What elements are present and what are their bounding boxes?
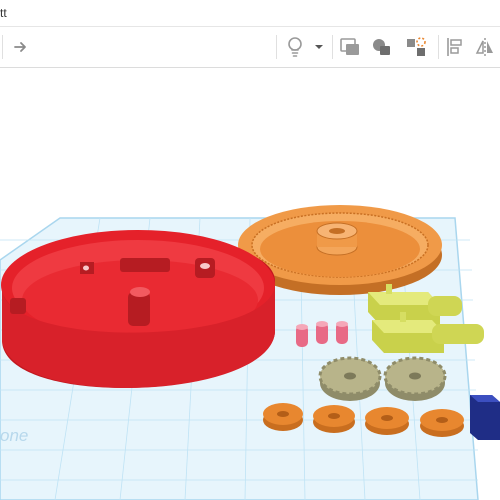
toolbar-separator [276, 35, 277, 59]
shape-icon [373, 39, 390, 55]
lightbulb-icon [288, 37, 302, 57]
view-group-button[interactable] [336, 33, 364, 61]
toolbar [0, 27, 500, 68]
window-title: tt [0, 6, 7, 20]
redo-arrow-icon [14, 42, 26, 52]
workplane-canvas[interactable]: one [0, 68, 500, 500]
washer-1[interactable] [263, 403, 303, 431]
caret-down-icon [315, 45, 323, 49]
workplane-watermark: one [0, 426, 29, 445]
spur-gear-1[interactable] [318, 356, 382, 401]
align-icon [447, 38, 462, 56]
title-bar: tt [0, 0, 500, 27]
transform-icon [407, 37, 426, 56]
transform-button[interactable] [402, 33, 432, 61]
pink-pin-1[interactable] [296, 324, 308, 347]
spur-gear-2[interactable] [383, 356, 447, 401]
shape-button[interactable] [368, 33, 396, 61]
light-dropdown-button[interactable] [312, 33, 326, 61]
group-view-icon [340, 38, 359, 55]
washer-4[interactable] [420, 409, 464, 437]
light-button[interactable] [282, 33, 308, 61]
toolbar-separator [332, 35, 333, 59]
washer-2[interactable] [313, 405, 355, 433]
pink-pin-3[interactable] [336, 321, 348, 344]
toolbar-separator [2, 35, 3, 59]
toolbar-separator [438, 35, 439, 59]
red-base[interactable] [1, 230, 275, 388]
pink-pin-2[interactable] [316, 321, 328, 344]
blue-bracket[interactable] [470, 395, 500, 440]
workplane-scene [0, 205, 500, 500]
mirror-button[interactable] [472, 33, 498, 61]
washer-3[interactable] [365, 407, 409, 435]
redo-button[interactable] [6, 33, 36, 61]
mirror-icon [475, 38, 493, 56]
align-button[interactable] [442, 33, 468, 61]
